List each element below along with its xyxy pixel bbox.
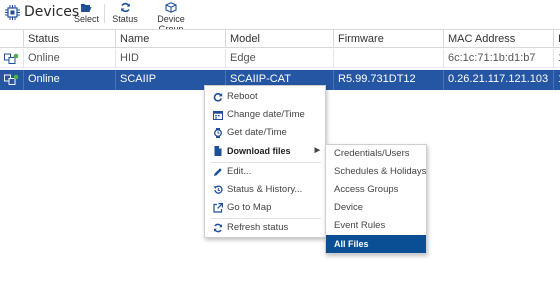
watch-icon (214, 128, 222, 138)
pencil-icon (214, 168, 222, 176)
status-cell: Online (24, 49, 116, 67)
refresh-icon (214, 223, 222, 233)
menu-item-download-files[interactable]: Download files ▶ (205, 142, 325, 160)
table-row[interactable]: Online HID Edge 6c:1c:71:1b:d1:b7 1 (0, 49, 560, 68)
row-icon-cell (0, 70, 24, 90)
submenu-item-schedules-holidays[interactable]: Schedules & Holidays (326, 163, 426, 181)
column-header-ip[interactable]: IP (554, 30, 560, 47)
mac-address-cell: 0.26.21.117.121.103 (444, 70, 554, 90)
menu-item-status-history[interactable]: Status & History... (205, 181, 325, 199)
firmware-cell: R5.99.731DT12 (334, 70, 444, 90)
menu-item-label: Status & History... (227, 184, 303, 195)
menu-item-label: Download files (227, 146, 291, 156)
row-icon-cell (0, 49, 24, 67)
menu-item-refresh-status[interactable]: Refresh status (205, 219, 325, 237)
select-button[interactable]: Select (74, 2, 100, 24)
status-label: Status (112, 14, 138, 24)
calendar-icon (213, 111, 223, 120)
menu-item-label: Change date/Time (227, 109, 305, 120)
menu-item-get-date-time[interactable]: Get date/Time (205, 124, 325, 142)
name-cell: HID (116, 49, 226, 67)
file-icon (214, 146, 222, 156)
toolbar-divider (104, 4, 105, 23)
context-menu: Reboot Change date/Time Get date/Time Do… (204, 85, 326, 238)
menu-item-label: Refresh status (227, 222, 289, 233)
column-header-mac-address[interactable]: MAC Address (444, 30, 554, 47)
chip-icon (5, 5, 20, 20)
header-icon-column (0, 30, 24, 47)
download-files-submenu: Credentials/Users Schedules & Holidays A… (325, 144, 427, 254)
folder-open-icon (81, 4, 92, 12)
toolbar: Devices Select Status Device Group (0, 0, 560, 34)
cube-icon (165, 2, 177, 13)
column-header-model[interactable]: Model (226, 30, 334, 47)
submenu-arrow-icon: ▶ (314, 147, 320, 154)
refresh-icon (213, 93, 223, 102)
submenu-item-device[interactable]: Device (326, 199, 426, 217)
menu-item-label: Reboot (227, 91, 258, 102)
model-cell: Edge (226, 49, 334, 67)
menu-item-edit[interactable]: Edit... (205, 163, 325, 181)
table-header: Status Name Model Firmware MAC Address I… (0, 29, 560, 48)
menu-item-label: Go to Map (227, 202, 272, 213)
menu-item-reboot[interactable]: Reboot (205, 88, 325, 106)
menu-item-label: Edit... (227, 166, 252, 177)
menu-item-change-date-time[interactable]: Change date/Time (205, 106, 325, 124)
history-icon (213, 185, 223, 194)
status-cell: Online (24, 70, 116, 90)
column-header-name[interactable]: Name (116, 30, 226, 47)
mac-address-cell: 6c:1c:71:1b:d1:b7 (444, 49, 554, 67)
status-button[interactable]: Status (112, 2, 138, 24)
external-link-icon (213, 203, 223, 213)
firmware-cell (334, 49, 444, 67)
device-online-icon (4, 53, 19, 64)
ip-cell: 1 (554, 70, 560, 90)
submenu-item-access-groups[interactable]: Access Groups (326, 181, 426, 199)
device-online-icon (4, 74, 19, 85)
menu-item-label: Get date/Time (227, 127, 287, 138)
submenu-item-event-rules[interactable]: Event Rules (326, 217, 426, 235)
select-label: Select (74, 14, 100, 24)
ip-cell: 1 (554, 49, 560, 67)
column-header-firmware[interactable]: Firmware (334, 30, 444, 47)
page-title: Devices (24, 4, 80, 20)
submenu-item-credentials-users[interactable]: Credentials/Users (326, 145, 426, 163)
menu-item-go-to-map[interactable]: Go to Map (205, 199, 325, 217)
submenu-item-all-files[interactable]: All Files (326, 235, 426, 253)
refresh-icon (120, 2, 130, 13)
column-header-status[interactable]: Status (24, 30, 116, 47)
